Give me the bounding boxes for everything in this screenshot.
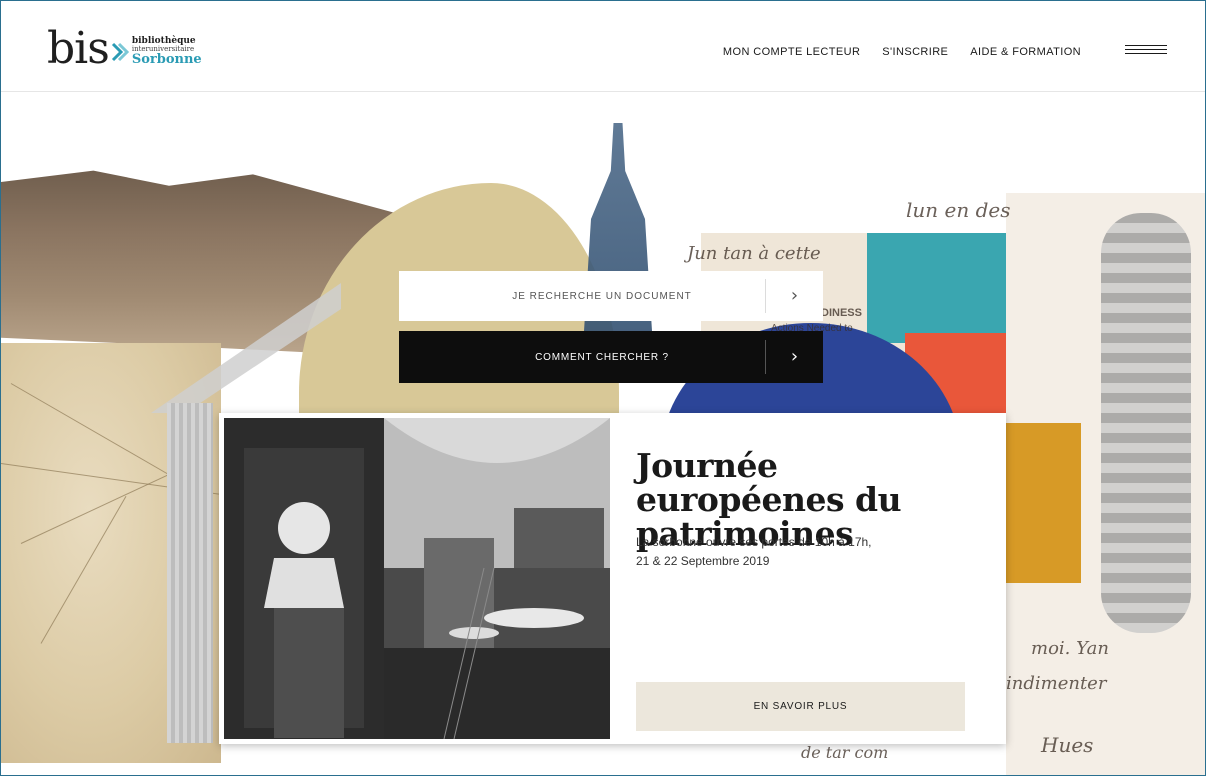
how-to-search-button[interactable]: COMMENT CHERCHER ? › [399, 331, 823, 383]
chevron-right-icon[interactable]: › [765, 340, 823, 374]
script-text: indimenter [1006, 673, 1107, 694]
learn-more-button[interactable]: EN SAVOIR PLUS [636, 682, 965, 731]
site-logo[interactable]: bis bibliothèque interuniversitaire Sorb… [47, 23, 202, 74]
teal-illustration [867, 233, 1017, 343]
ironwork-image [1101, 213, 1191, 633]
chevron-right-icon[interactable]: › [765, 279, 823, 313]
document-search-button[interactable]: JE RECHERCHE UN DOCUMENT › [399, 271, 823, 321]
feature-description-line: La sorbonne ouvre ses portes de 10h à 17… [636, 535, 872, 549]
logo-chevron-icon [111, 42, 129, 62]
how-to-search-label: COMMENT CHERCHER ? [535, 351, 669, 363]
script-text: Jun tan à cette [687, 243, 821, 264]
main-nav: MON COMPTE LECTEUR S'INSCRIRE AIDE & FOR… [723, 46, 1081, 58]
script-text: moi. Yan [1031, 638, 1109, 659]
script-text: Hues [1041, 733, 1094, 757]
page: lun en des Jun tan à cette Actions Neede… [0, 0, 1206, 776]
feature-description: La sorbonne ouvre ses portes de 10h à 17… [636, 533, 956, 571]
sorbonne-dome-image [582, 123, 654, 363]
nav-item-mon-compte[interactable]: MON COMPTE LECTEUR [723, 46, 860, 58]
reading-room-photo [224, 418, 610, 739]
feature-card: Journée européenes du patrimoines La sor… [219, 413, 1006, 744]
nav-item-aide-formation[interactable]: AIDE & FORMATION [970, 46, 1081, 58]
column-image [167, 403, 213, 743]
search-label: JE RECHERCHE UN DOCUMENT [512, 290, 692, 302]
nav-item-inscrire[interactable]: S'INSCRIRE [882, 46, 948, 58]
site-header: bis bibliothèque interuniversitaire Sorb… [1, 1, 1205, 92]
logo-wordmark: bibliothèque interuniversitaire Sorbonne [131, 36, 202, 67]
script-text: DINESS [821, 307, 862, 319]
script-text: lun en des [906, 198, 1011, 222]
feature-description-line: 21 & 22 Septembre 2019 [636, 554, 770, 568]
hamburger-icon[interactable] [1125, 45, 1167, 59]
logo-mark: bis [47, 23, 110, 74]
script-text: de tar com [801, 743, 889, 762]
logo-line: Sorbonne [131, 51, 202, 67]
